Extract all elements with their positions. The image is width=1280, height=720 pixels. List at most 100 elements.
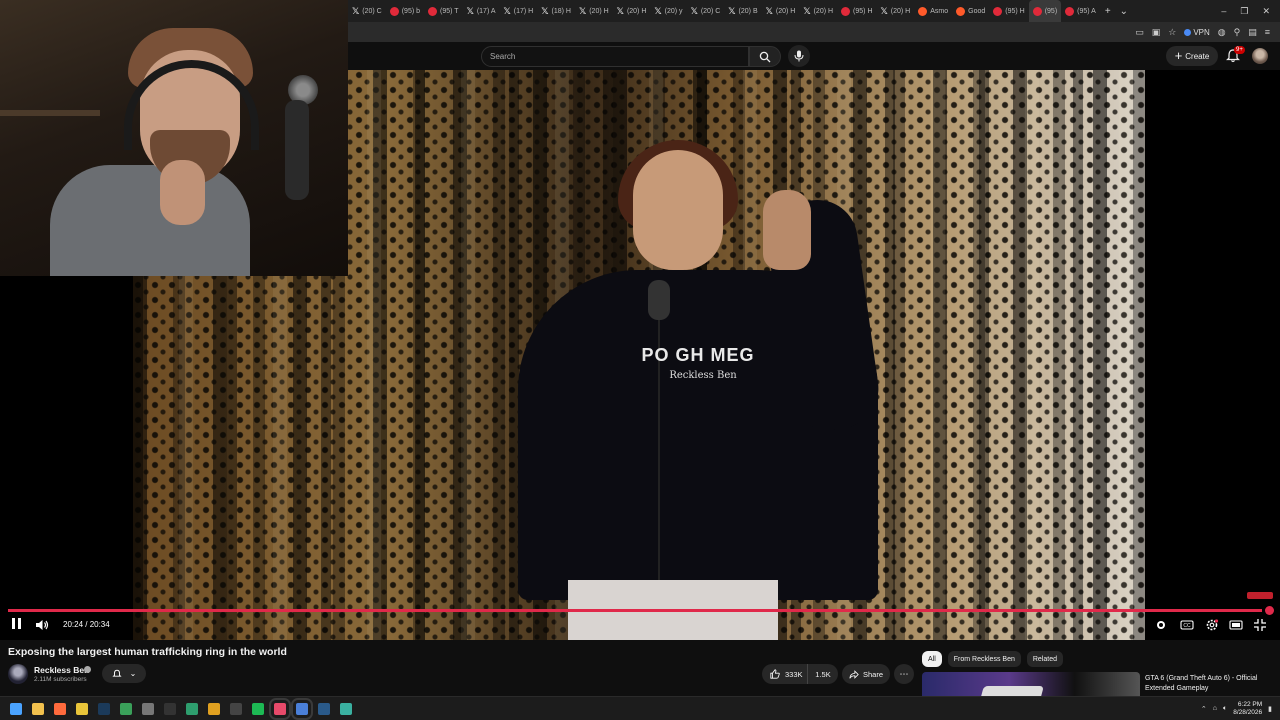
theater-mode-icon[interactable]	[1229, 618, 1243, 632]
browser-tab[interactable]: 𝕏 (20) C	[687, 0, 725, 22]
recommendation-title[interactable]: GTA 6 (Grand Theft Auto 6) - Official Ex…	[1145, 674, 1275, 693]
vpn-button[interactable]: VPN	[1184, 28, 1210, 37]
shirt-print-main: PO GH MEG	[641, 345, 755, 365]
more-actions-button[interactable]: ⋯	[894, 664, 914, 684]
browser-tab[interactable]: 𝕏 (20) H	[762, 0, 800, 22]
subscribe-watermark[interactable]	[1247, 592, 1273, 599]
menu-icon[interactable]: ≡	[1265, 27, 1270, 37]
browser-tab-title: (95) A	[1077, 7, 1096, 15]
steam-alt-icon[interactable]	[318, 702, 330, 715]
browser-tab[interactable]: (95) H	[837, 0, 876, 22]
notification-center-icon[interactable]: ▮	[1268, 705, 1272, 713]
notepad-icon[interactable]	[291, 697, 313, 720]
browser-tab[interactable]: 𝕏 (17) A	[463, 0, 500, 22]
app-green-icon[interactable]	[186, 702, 198, 715]
extensions-icon[interactable]: ⚲	[1234, 27, 1241, 38]
filter-chip[interactable]: All	[922, 651, 942, 667]
closed-captions-icon[interactable]: CC	[1180, 618, 1194, 632]
profile-icon[interactable]: ▤	[1248, 27, 1257, 38]
browser-tab[interactable]: Good	[952, 0, 989, 22]
tray-chevron-up-icon[interactable]: ⌃	[1201, 705, 1207, 713]
browser-tab[interactable]: 𝕏 (20) H	[799, 0, 837, 22]
browser-tab[interactable]: (95) T	[424, 0, 463, 22]
system-clock[interactable]: 6:22 PM 8/28/2026	[1233, 701, 1262, 717]
browser-tab[interactable]: 𝕏 (20) H	[613, 0, 651, 22]
browser-tab-title: (18) H	[551, 7, 571, 15]
window-controls: – ❐ ✕	[1221, 6, 1280, 17]
folder-icon[interactable]	[208, 702, 220, 715]
steam-icon[interactable]	[98, 702, 110, 715]
volume-icon[interactable]	[35, 618, 49, 632]
browser-tab[interactable]: 𝕏 (20) H	[575, 0, 613, 22]
minimize-button[interactable]: –	[1221, 6, 1226, 17]
fullscreen-exit-icon[interactable]	[1253, 618, 1267, 632]
taskbar-apps	[0, 697, 352, 720]
browser-tab[interactable]: (95) A	[1061, 0, 1100, 22]
channel-avatar[interactable]	[8, 664, 28, 684]
settings-gear-icon[interactable]	[1205, 618, 1219, 632]
clock-date: 8/28/2026	[1233, 708, 1263, 716]
x-logo-icon: 𝕏	[690, 5, 698, 16]
close-window-button[interactable]: ✕	[1262, 6, 1270, 17]
media-icon[interactable]	[230, 702, 242, 715]
x-logo-icon: 𝕏	[654, 5, 662, 16]
youtube-icon	[389, 6, 399, 16]
browser-tab-title: (20) H	[775, 7, 796, 15]
account-avatar[interactable]	[1252, 48, 1268, 64]
share-button[interactable]: Share	[842, 664, 890, 684]
browser-tab[interactable]: 𝕏 (20) B	[724, 0, 761, 22]
browser-tab[interactable]: Asmo	[914, 0, 952, 22]
browser-active-icon[interactable]	[269, 697, 291, 720]
youtube-header: Search + Create 9+	[348, 42, 1280, 70]
app-icon[interactable]	[120, 702, 132, 715]
browser-tab[interactable]: 𝕏 (20) y	[650, 0, 686, 22]
search-input[interactable]: Search	[481, 46, 749, 67]
browser-tab[interactable]: 𝕏 (20) C	[348, 0, 386, 22]
recommendation-thumbnail[interactable]	[922, 672, 1140, 696]
tool-icon[interactable]	[142, 702, 154, 715]
voice-search-button[interactable]	[788, 45, 810, 67]
browser-tab-title: (20) H	[890, 7, 911, 15]
obs-icon[interactable]	[164, 702, 176, 715]
filter-chip[interactable]: From Reckless Ben	[947, 651, 1021, 667]
dislike-button[interactable]: 1.5K	[808, 664, 838, 684]
maximize-button[interactable]: ❐	[1240, 6, 1248, 17]
reddit-icon	[918, 6, 928, 16]
bookmark-star-icon[interactable]: ☆	[1168, 27, 1176, 38]
browser-icon[interactable]	[54, 702, 66, 715]
globe-icon[interactable]	[340, 702, 352, 715]
progress-scrubber-handle[interactable]	[1265, 606, 1274, 615]
subscribed-notifications-button[interactable]: ⌄	[102, 664, 146, 683]
spotify-icon[interactable]	[252, 702, 264, 715]
tab-list-button[interactable]: ⌄	[1116, 0, 1132, 22]
pause-button[interactable]	[9, 618, 23, 632]
browser-tab[interactable]: 𝕏 (20) H	[877, 0, 915, 22]
screenshot-icon[interactable]: ▣	[1152, 27, 1161, 38]
browser-tab[interactable]: (95)	[1028, 0, 1062, 22]
browser-tab[interactable]: 𝕏 (17) H	[500, 0, 538, 22]
search-button[interactable]	[749, 46, 781, 67]
streamer-shirt	[50, 165, 250, 276]
filter-chip[interactable]: Related	[1026, 651, 1063, 667]
file-explorer-icon[interactable]	[32, 702, 44, 715]
streamer-webcam-overlay	[0, 0, 348, 276]
speaker-icon[interactable]: 🔈︎	[1223, 705, 1227, 713]
chrome-icon[interactable]	[76, 702, 88, 715]
x-logo-icon: 𝕏	[880, 5, 888, 16]
bell-icon	[112, 669, 122, 677]
browser-tab[interactable]: 𝕏 (18) H	[537, 0, 575, 22]
x-logo-icon: 𝕏	[503, 5, 511, 16]
wallet-icon[interactable]: ◍	[1218, 27, 1226, 38]
progress-bar[interactable]	[8, 609, 1262, 612]
browser-tab[interactable]: (95) b	[386, 0, 424, 22]
verified-badge-icon	[84, 666, 91, 673]
like-button[interactable]: 333K	[762, 664, 808, 684]
channel-name[interactable]: Reckless Ben	[34, 665, 89, 675]
autoplay-toggle-icon[interactable]	[1154, 618, 1168, 632]
windows-start-icon[interactable]	[10, 702, 22, 715]
new-tab-button[interactable]: +	[1100, 0, 1116, 22]
create-button[interactable]: + Create	[1166, 46, 1218, 66]
picture-in-picture-icon[interactable]: ▭	[1135, 27, 1144, 38]
network-icon[interactable]: ⌂	[1213, 705, 1217, 712]
browser-tab[interactable]: (95) H	[989, 0, 1028, 22]
